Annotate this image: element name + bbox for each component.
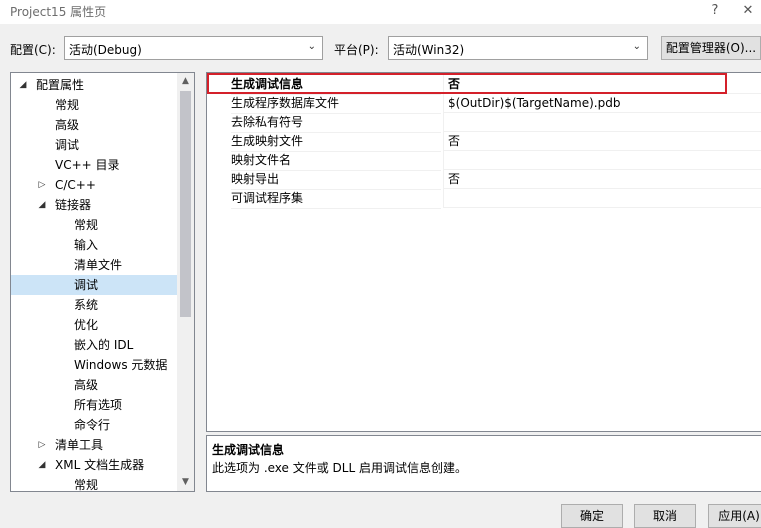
row-gutter [207,151,225,170]
property-row[interactable]: 映射导出否 [207,170,761,190]
scroll-thumb[interactable] [180,91,191,317]
tree-item-label: 调试 [74,278,99,292]
tree-item-label: 优化 [74,318,99,332]
row-gutter [207,170,225,189]
property-value[interactable] [443,113,761,132]
tree-item[interactable]: ◢ 链接器 [11,195,177,215]
tree-item[interactable]: 所有选项 [11,395,177,415]
tree-item-label: 清单文件 [74,258,123,272]
property-value[interactable] [443,151,761,170]
tree-item[interactable]: ◢ XML 文档生成器 [11,455,177,475]
close-icon[interactable]: ✕ [738,2,758,20]
tree-item-label: VC++ 目录 [55,158,120,172]
property-name: 生成映射文件 [231,132,441,152]
property-name: 生成程序数据库文件 [231,94,441,114]
tree-item-label: 系统 [74,298,99,312]
property-value[interactable]: $(OutDir)$(TargetName).pdb [443,94,761,113]
tree-item[interactable]: 优化 [11,315,177,335]
apply-button[interactable]: 应用(A) [708,504,761,528]
chevron-down-icon: ⌄ [307,41,316,52]
tree-item[interactable]: 命令行 [11,415,177,435]
tree-item[interactable]: 常规 [11,215,177,235]
config-label: 配置(C): [10,43,56,57]
property-tree: ◢ 配置属性 常规 高级 调试 VC++ 目录 ▷ C/C++ ◢ 链接器 常规 输入 清单文件 调试 系统… [10,72,195,492]
tree-item-label: C/C++ [55,178,96,192]
config-dropdown[interactable]: 活动(Debug) ⌄ [64,36,323,60]
config-value: 活动(Debug) [69,43,142,57]
scroll-down-icon[interactable]: ▼ [177,474,194,491]
cancel-button[interactable]: 取消 [634,504,696,528]
description-title: 生成调试信息 [212,443,285,457]
tree-item[interactable]: 常规 [11,95,177,115]
property-grid: 生成调试信息否生成程序数据库文件 $(OutDir)$(TargetName).p… [206,72,761,432]
tree-item-label: 高级 [74,378,99,392]
tree-item-label: 常规 [74,218,99,232]
tree-item[interactable]: 清单文件 [11,255,177,275]
property-row[interactable]: 映射文件名 [207,151,761,171]
tree-item[interactable]: 输入 [11,235,177,255]
property-name: 映射文件名 [231,151,441,171]
tree-item-label: 配置属性 [36,78,85,92]
tree-scrollbar[interactable]: ▲ ▼ [177,73,194,491]
selected-row-highlight [207,73,727,94]
tree-item-label: 所有选项 [74,398,123,412]
row-gutter [207,94,225,113]
ok-button[interactable]: 确定 [561,504,623,528]
collapse-arrow-icon[interactable]: ◢ [36,195,48,215]
tree-item-label: 链接器 [55,198,92,212]
property-row[interactable]: 生成程序数据库文件 $(OutDir)$(TargetName).pdb [207,94,761,114]
tree-item-label: 嵌入的 IDL [74,338,134,352]
property-row[interactable]: 去除私有符号 [207,113,761,133]
row-gutter [207,113,225,132]
expand-arrow-icon[interactable]: ▷ [36,435,48,455]
tree-item[interactable]: 常规 [11,475,177,492]
tree-item[interactable]: ◢ 配置属性 [11,75,177,95]
tree-item[interactable]: ▷ 清单工具 [11,435,177,455]
platform-label: 平台(P): [334,43,379,57]
description-text: 此选项为 .exe 文件或 DLL 启用调试信息创建。 [212,461,467,475]
tree-item[interactable]: 嵌入的 IDL [11,335,177,355]
tree-item[interactable]: ▷ C/C++ [11,175,177,195]
tree-item[interactable]: 系统 [11,295,177,315]
tree-item-label: Windows 元数据 [74,358,168,372]
tree-item-label: 输入 [74,238,99,252]
tree-item[interactable]: Windows 元数据 [11,355,177,375]
property-row[interactable]: 可调试程序集 [207,189,761,209]
tree-item[interactable]: 高级 [11,115,177,135]
collapse-arrow-icon[interactable]: ◢ [36,455,48,475]
expand-arrow-icon[interactable]: ▷ [36,175,48,195]
config-manager-button[interactable]: 配置管理器(O)... [661,36,761,60]
collapse-arrow-icon[interactable]: ◢ [17,75,29,95]
window-title: Project15 属性页 [10,5,107,19]
tree-item[interactable]: 调试 [11,135,177,155]
row-gutter [207,132,225,151]
tree-item[interactable]: VC++ 目录 [11,155,177,175]
property-name: 可调试程序集 [231,189,441,209]
help-icon[interactable]: ? [705,2,725,20]
property-name: 映射导出 [231,170,441,190]
tree-item-label: 命令行 [74,418,111,432]
property-value[interactable]: 否 [443,170,761,189]
tree-item-label: 清单工具 [55,438,104,452]
tree-item-label: 高级 [55,118,80,132]
tree-item-label: XML 文档生成器 [55,458,145,472]
tree-item-label: 调试 [55,138,80,152]
title-bar: Project15 属性页 ? ✕ [0,0,761,24]
description-pane: 生成调试信息 此选项为 .exe 文件或 DLL 启用调试信息创建。 [206,435,761,492]
row-gutter [207,189,225,208]
tree-item[interactable]: 调试 [11,275,177,295]
property-value[interactable]: 否 [443,132,761,151]
chevron-down-icon: ⌄ [632,41,641,52]
tree-item[interactable]: 高级 [11,375,177,395]
property-row[interactable]: 生成映射文件否 [207,132,761,152]
property-name: 去除私有符号 [231,113,441,133]
tree-item-label: 常规 [74,478,99,492]
tree-item-label: 常规 [55,98,80,112]
platform-value: 活动(Win32) [393,43,465,57]
property-value[interactable] [443,189,761,208]
scroll-up-icon[interactable]: ▲ [177,73,194,90]
platform-dropdown[interactable]: 活动(Win32) ⌄ [388,36,648,60]
